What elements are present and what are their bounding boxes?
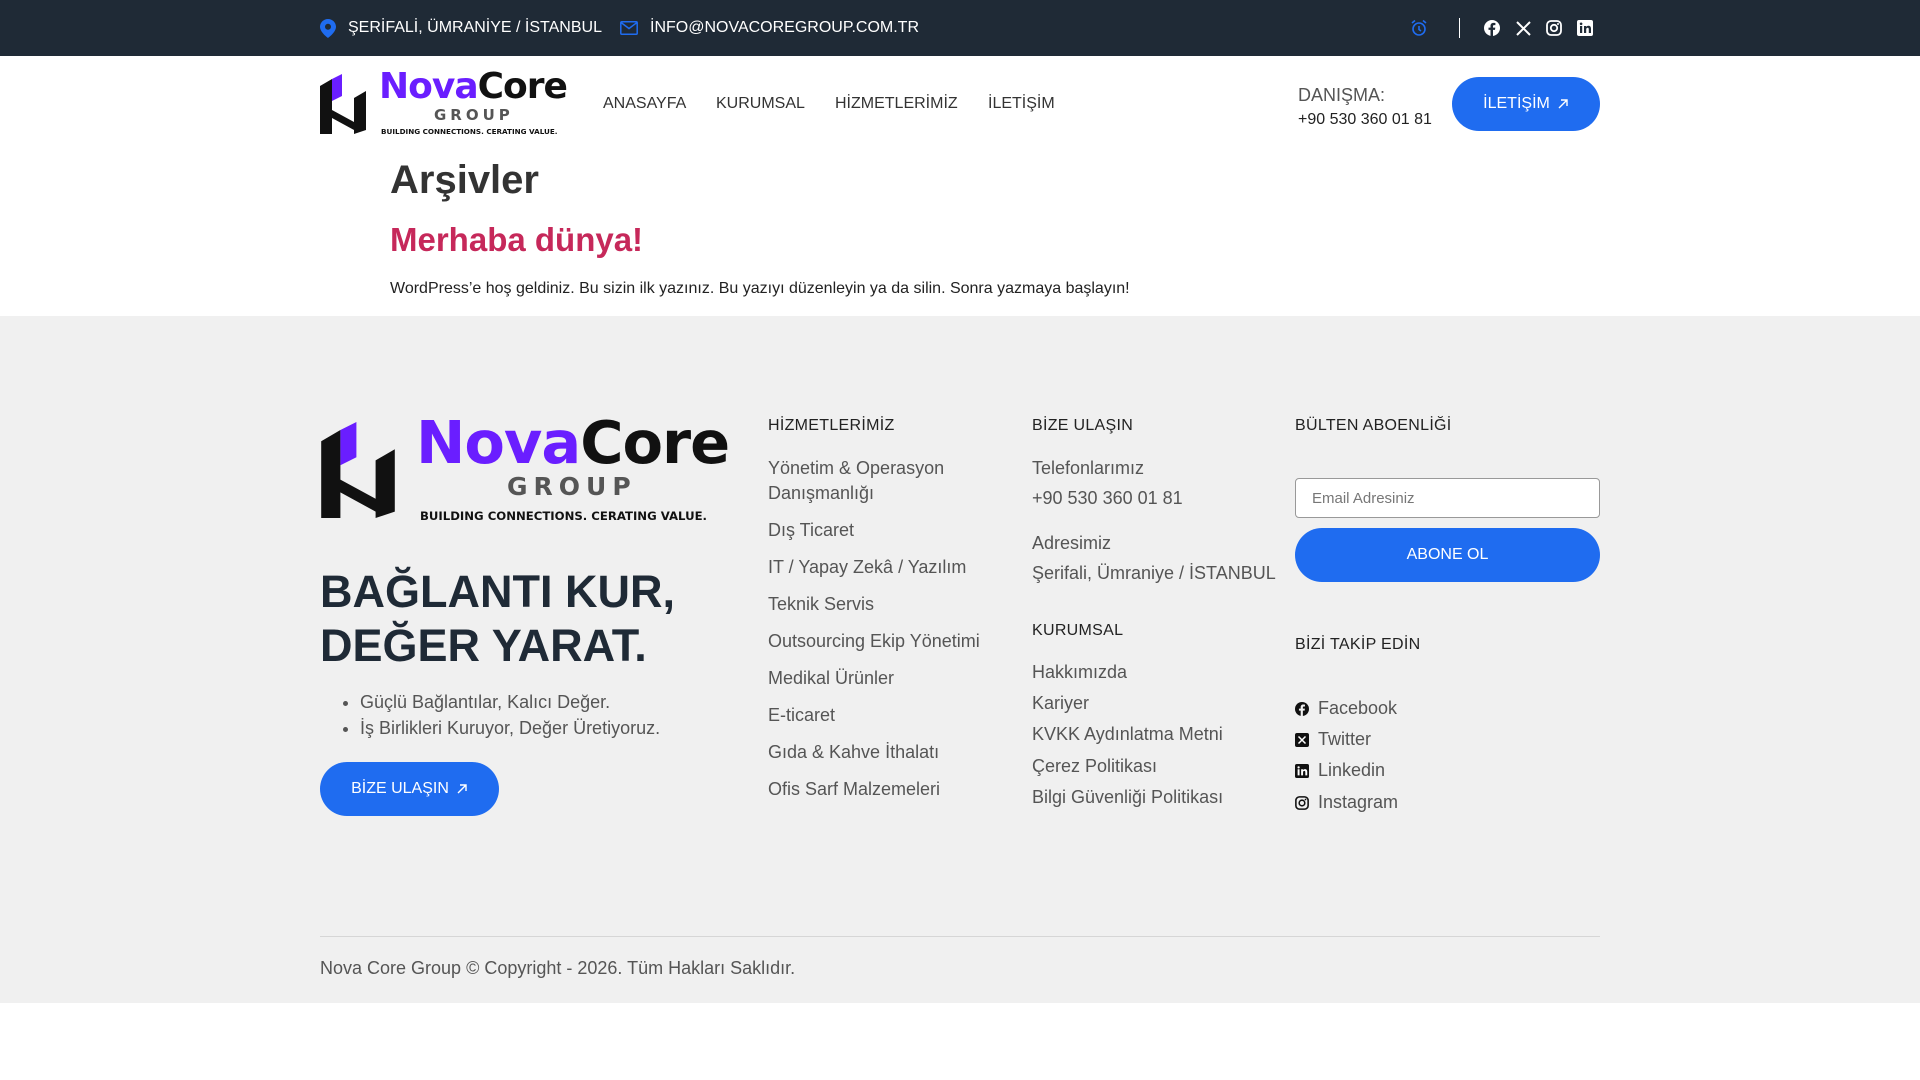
reach-us-button[interactable]: BİZE ULAŞIN (320, 762, 499, 816)
contact-button-label: İLETİŞİM (1483, 95, 1550, 112)
topbar-email[interactable]: İNFO@NOVACOREGROUP.COM.TR (620, 0, 919, 56)
facebook-icon (1295, 701, 1309, 716)
linkedin-icon[interactable] (1576, 19, 1594, 37)
service-link-it[interactable]: IT / Yapay Zekâ / Yazılım (768, 555, 966, 580)
instagram-icon[interactable] (1545, 19, 1563, 37)
service-link-eticaret[interactable]: E-ticaret (768, 703, 835, 728)
topbar-divider (1459, 18, 1460, 38)
corporate-link-kariyer[interactable]: Kariyer (1032, 691, 1089, 716)
service-link-outsourcing[interactable]: Outsourcing Ekip Yönetimi (768, 629, 980, 654)
subscribe-button-label: ABONE OL (1406, 546, 1489, 563)
services-title: HİZMETLERİMİZ (768, 417, 895, 434)
reach-us-button-label: BİZE ULAŞIN (351, 780, 449, 797)
service-link-teknik-servis[interactable]: Teknik Servis (768, 592, 874, 617)
corporate-link-hakkimizda[interactable]: Hakkımızda (1032, 660, 1127, 685)
subscribe-button[interactable]: ABONE OL (1295, 528, 1600, 582)
follow-facebook-label: Facebook (1318, 698, 1398, 718)
follow-instagram-label: Instagram (1318, 792, 1399, 812)
post-excerpt: WordPress’e hoş geldiniz. Bu sizin ilk y… (390, 280, 1130, 297)
corporate-link-bilgi-guvenligi[interactable]: Bilgi Güvenliği Politikası (1032, 785, 1223, 810)
logo-wordmark: NovaCore (379, 66, 568, 107)
footer-logo-core-text: Core (580, 408, 730, 477)
follow-linkedin[interactable]: Linkedin (1295, 760, 1385, 781)
footer-slogan-line2: DEĞER YARAT. (320, 620, 647, 671)
follow-title: BİZİ TAKİP EDİN (1295, 636, 1421, 653)
mail-icon (620, 21, 638, 35)
list-item: Güçlü Bağlantılar, Kalıcı Değer. (360, 692, 660, 713)
footer-logo-nova-text: Nova (416, 408, 581, 477)
arrow-up-right-icon (1558, 99, 1568, 109)
footer-divider (320, 936, 1600, 937)
logo-core-text: Core (477, 66, 568, 107)
service-link-dis-ticaret[interactable]: Dış Ticaret (768, 518, 854, 543)
follow-facebook[interactable]: Facebook (1295, 698, 1397, 719)
corporate-title: KURUMSAL (1032, 622, 1124, 639)
map-pin-icon (320, 18, 336, 38)
x-icon (1295, 732, 1309, 747)
logo-tagline: BUILDING CONNECTIONS. CERATING VALUE. (381, 127, 558, 136)
topbar-address: ŞERİFALİ, ÜMRANİYE / İSTANBUL (320, 0, 602, 56)
service-link-yonetim-2[interactable]: Danışmanlığı (768, 481, 874, 506)
service-link-medikal[interactable]: Medikal Ürünler (768, 666, 894, 691)
nav-item-kurumsal[interactable]: KURUMSAL (716, 95, 805, 113)
newsletter-title: BÜLTEN ABOENLİĞİ (1295, 417, 1452, 434)
nav-item-iletisim[interactable]: İLETİŞİM (988, 95, 1055, 113)
contact-button[interactable]: İLETİŞİM (1452, 77, 1600, 131)
footer-slogan: BAĞLANTI KUR, DEĞER YARAT. (320, 565, 675, 673)
phones-label: Telefonlarımız (1032, 458, 1145, 478)
header-logo[interactable]: NovaCore GROUP BUILDING CONNECTIONS. CER… (320, 66, 570, 140)
address-label: Adresimiz (1032, 533, 1112, 553)
alarm-clock-icon[interactable] (1410, 19, 1428, 37)
linkedin-icon (1295, 763, 1309, 778)
corporate-link-kvkk[interactable]: KVKK Aydınlatma Metni (1032, 722, 1223, 747)
footer-logo[interactable]: NovaCore GROUP BUILDING CONNECTIONS. CER… (320, 408, 730, 525)
footer-slogan-line1: BAĞLANTI KUR, (320, 566, 675, 617)
footer-phone[interactable]: +90 530 360 01 81 (1032, 486, 1183, 511)
logo-group-text: GROUP (434, 106, 514, 124)
post-title[interactable]: Merhaba dünya! (390, 221, 643, 259)
footer-logo-tagline: BUILDING CONNECTIONS. CERATING VALUE. (420, 509, 707, 523)
page-title: Arşivler (390, 158, 539, 202)
footer-logo-group-text: GROUP (507, 472, 637, 501)
footer-logo-wordmark: NovaCore (416, 408, 730, 477)
service-link-gida-kahve[interactable]: Gıda & Kahve İthalatı (768, 740, 939, 765)
nav-item-anasayfa[interactable]: ANASAYFA (603, 95, 686, 113)
topbar-email-text[interactable]: İNFO@NOVACOREGROUP.COM.TR (650, 19, 919, 37)
x-icon[interactable] (1514, 19, 1532, 37)
top-bar: ŞERİFALİ, ÜMRANİYE / İSTANBUL İNFO@NOVAC… (0, 0, 1920, 56)
logo-nova-text: Nova (379, 66, 479, 107)
topbar-address-text: ŞERİFALİ, ÜMRANİYE / İSTANBUL (348, 19, 602, 36)
footer (0, 316, 1920, 1003)
logo-mark-icon (320, 74, 366, 134)
consult-label: DANIŞMA: (1298, 85, 1386, 105)
footer-bullets: Güçlü Bağlantılar, Kalıcı Değer. İş Birl… (360, 692, 660, 744)
nav-item-hizmetlerimiz[interactable]: HİZMETLERİMİZ (835, 95, 958, 113)
corporate-link-cerez[interactable]: Çerez Politikası (1032, 754, 1157, 779)
contact-title: BİZE ULAŞIN (1032, 417, 1134, 434)
copyright-text: Nova Core Group © Copyright - 2026. Tüm … (320, 958, 796, 978)
footer-address: Şerifali, Ümraniye / İSTANBUL (1032, 563, 1276, 583)
follow-instagram[interactable]: Instagram (1295, 792, 1398, 813)
instagram-icon (1295, 795, 1309, 810)
consult-phone[interactable]: +90 530 360 01 81 (1298, 111, 1432, 129)
follow-twitter-label: Twitter (1318, 729, 1372, 749)
arrow-up-right-icon (457, 784, 467, 794)
list-item: İş Birlikleri Kuruyor, Değer Üretiyoruz. (360, 718, 660, 739)
logo-mark-icon (321, 422, 395, 518)
follow-twitter[interactable]: Twitter (1295, 729, 1371, 750)
service-link-ofis-sarf[interactable]: Ofis Sarf Malzemeleri (768, 777, 940, 802)
newsletter-email-input[interactable] (1295, 478, 1600, 518)
service-link-yonetim[interactable]: Yönetim & Operasyon (768, 456, 944, 481)
follow-linkedin-label: Linkedin (1318, 760, 1386, 780)
facebook-icon[interactable] (1483, 19, 1501, 37)
